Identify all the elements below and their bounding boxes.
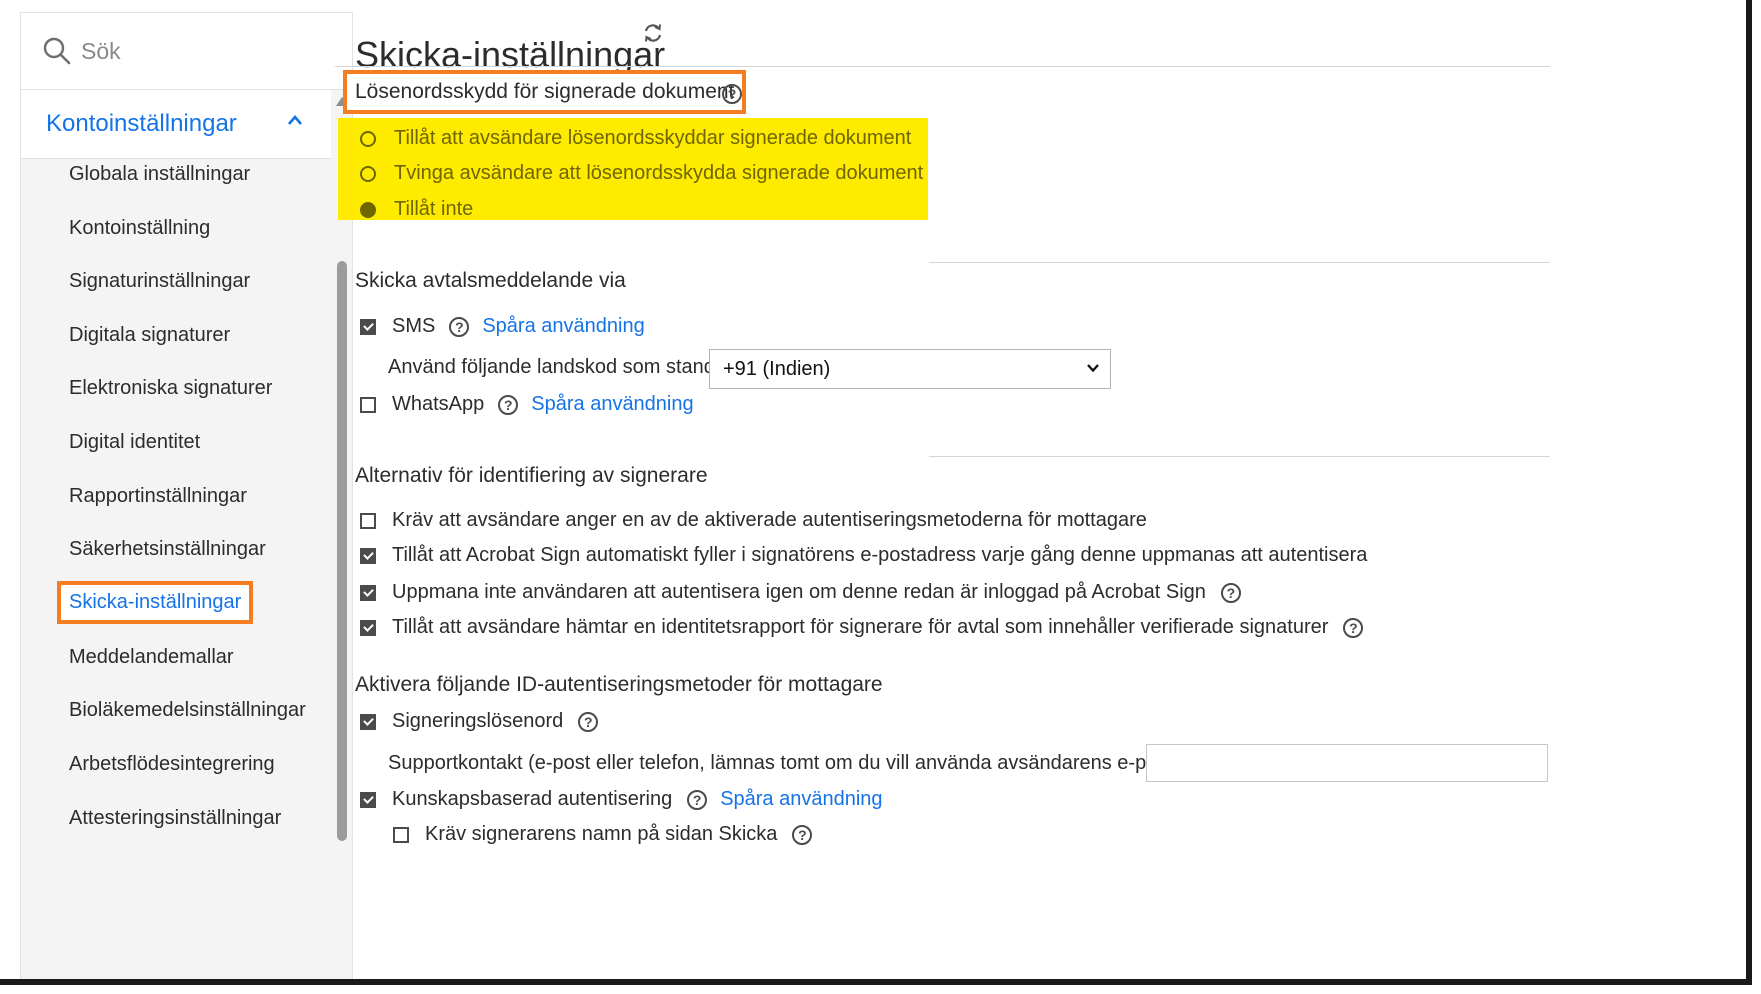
radio-button-selected[interactable] xyxy=(360,201,376,218)
whatsapp-track-usage-link[interactable]: Spåra användning xyxy=(531,393,693,416)
chevron-up-icon[interactable] xyxy=(287,114,303,126)
require-name-checkbox[interactable] xyxy=(393,826,409,843)
sidebar-item-electronic-signatures[interactable]: Elektroniska signaturer xyxy=(69,377,272,400)
refresh-icon[interactable] xyxy=(642,22,664,44)
require-name-label: Kräv signerarens namn på sidan Skicka xyxy=(425,823,778,845)
signing-password-row: Signeringslösenord ? xyxy=(360,710,599,733)
identification-option-2: Tillåt att Acrobat Sign automatiskt fyll… xyxy=(360,544,1367,567)
whatsapp-checkbox[interactable] xyxy=(360,396,376,413)
kba-checkbox[interactable] xyxy=(360,791,376,808)
sms-checkbox[interactable] xyxy=(360,318,376,335)
auth-methods-title: Aktivera följande ID-autentiseringsmetod… xyxy=(355,673,883,696)
sidebar-item-digital-signatures[interactable]: Digitala signaturer xyxy=(69,324,230,347)
kba-label: Kunskapsbaserad autentisering xyxy=(392,788,673,810)
radio-button[interactable] xyxy=(360,165,376,182)
sidebar: Sök Kontoinställningar Globala inställni… xyxy=(20,12,353,979)
help-icon[interactable]: ? xyxy=(687,789,708,810)
help-icon[interactable]: ? xyxy=(1343,617,1364,638)
radio-disallow[interactable]: Tillåt inte xyxy=(360,198,473,221)
require-name-row: Kräv signerarens namn på sidan Skicka ? xyxy=(393,823,813,846)
help-icon[interactable]: ? xyxy=(449,316,470,337)
divider xyxy=(929,262,1550,263)
option-label: Tillåt att avsändare hämtar en identitet… xyxy=(392,616,1329,638)
help-icon[interactable]: ? xyxy=(792,824,813,845)
sidebar-item-biopharma-settings[interactable]: Bioläkemedelsinställningar xyxy=(69,699,306,722)
radio-allow-password[interactable]: Tillåt att avsändare lösenordsskyddar si… xyxy=(360,127,911,150)
option-label: Tillåt att Acrobat Sign automatiskt fyll… xyxy=(392,544,1368,566)
country-code-label: Använd följande landskod som standard: xyxy=(388,356,750,378)
checkbox[interactable] xyxy=(360,547,376,564)
sidebar-item-report-settings[interactable]: Rapportinställningar xyxy=(69,485,247,508)
scrollbar-thumb[interactable] xyxy=(337,261,347,841)
password-protection-title: Lösenordsskydd för signerade dokument xyxy=(343,70,747,114)
radio-force-password-label: Tvinga avsändare att lösenordsskydda sig… xyxy=(394,162,924,184)
radio-allow-password-label: Tillåt att avsändare lösenordsskyddar si… xyxy=(394,127,912,149)
identification-title: Alternativ för identifiering av signerar… xyxy=(355,464,708,487)
checkbox[interactable] xyxy=(360,584,376,601)
signing-password-label: Signeringslösenord xyxy=(392,710,564,732)
search-icon xyxy=(43,37,71,65)
kba-track-usage-link[interactable]: Spåra användning xyxy=(720,788,882,811)
signing-password-checkbox[interactable] xyxy=(360,713,376,730)
divider xyxy=(929,456,1550,457)
identification-option-3: Uppmana inte användaren att autentisera … xyxy=(360,581,1241,604)
sidebar-item-attestation-settings[interactable]: Attesteringsinställningar xyxy=(69,807,281,830)
sidebar-scrollbar[interactable] xyxy=(332,91,352,979)
help-icon[interactable]: ? xyxy=(498,394,519,415)
sidebar-item-send-settings[interactable]: Skicka-inställningar xyxy=(57,581,254,624)
divider xyxy=(335,66,1550,67)
sidebar-item-account-setting[interactable]: Kontoinställning xyxy=(69,217,210,240)
sidebar-item-digital-identity[interactable]: Digital identitet xyxy=(69,431,200,454)
kba-row: Kunskapsbaserad autentisering ? Spåra an… xyxy=(360,788,883,811)
sms-row: SMS ? Spåra användning xyxy=(360,315,645,338)
whatsapp-row: WhatsApp ? Spåra användning xyxy=(360,393,694,416)
sidebar-item-message-templates[interactable]: Meddelandemallar xyxy=(69,646,234,669)
identification-option-4: Tillåt att avsändare hämtar en identitet… xyxy=(360,616,1364,639)
support-contact-label: Supportkontakt (e-post eller telefon, lä… xyxy=(388,752,1246,774)
radio-force-password[interactable]: Tvinga avsändare att lösenordsskydda sig… xyxy=(360,162,923,185)
support-contact-row: Supportkontakt (e-post eller telefon, lä… xyxy=(388,752,1245,775)
sidebar-item-signature-settings[interactable]: Signaturinställningar xyxy=(69,270,250,293)
sms-track-usage-link[interactable]: Spåra användning xyxy=(482,315,644,338)
sidebar-item-workflow-integration[interactable]: Arbetsflödesintegrering xyxy=(69,753,275,776)
app-window: Sök Kontoinställningar Globala inställni… xyxy=(0,0,1752,985)
help-icon[interactable]: ? xyxy=(578,711,599,732)
password-protection-title-text: Lösenordsskydd för signerade dokument xyxy=(355,80,735,103)
country-code-select[interactable]: +91 (Indien) xyxy=(709,349,1111,389)
identification-option-1: Kräv att avsändare anger en av de aktive… xyxy=(360,509,1147,532)
option-label: Uppmana inte användaren att autentisera … xyxy=(392,581,1206,603)
whatsapp-label: WhatsApp xyxy=(392,393,485,415)
main-content: Skicka-inställningar Lösenordsskydd för … xyxy=(335,0,1550,979)
option-label: Kräv att avsändare anger en av de aktive… xyxy=(392,509,1147,531)
sidebar-item-global-settings[interactable]: Globala inställningar xyxy=(69,163,250,186)
help-icon[interactable]: ? xyxy=(1220,582,1241,603)
support-contact-input[interactable] xyxy=(1146,744,1548,782)
search-bar[interactable]: Sök xyxy=(21,13,352,90)
sms-label: SMS xyxy=(392,315,436,337)
radio-button[interactable] xyxy=(360,130,376,147)
radio-disallow-label: Tillåt inte xyxy=(394,198,474,220)
sidebar-item-security-settings[interactable]: Säkerhetsinställningar xyxy=(69,538,266,561)
checkbox[interactable] xyxy=(360,512,376,529)
help-icon[interactable]: ? xyxy=(722,84,742,104)
checkbox[interactable] xyxy=(360,619,376,636)
account-settings-header[interactable]: Kontoinställningar xyxy=(21,90,331,159)
country-code-row: Använd följande landskod som standard: xyxy=(388,356,749,379)
chevron-down-icon xyxy=(1087,364,1099,373)
search-input[interactable]: Sök xyxy=(81,38,121,65)
send-via-title: Skicka avtalsmeddelande via xyxy=(355,269,626,292)
account-settings-label: Kontoinställningar xyxy=(46,110,237,137)
country-code-value: +91 (Indien) xyxy=(723,357,831,380)
